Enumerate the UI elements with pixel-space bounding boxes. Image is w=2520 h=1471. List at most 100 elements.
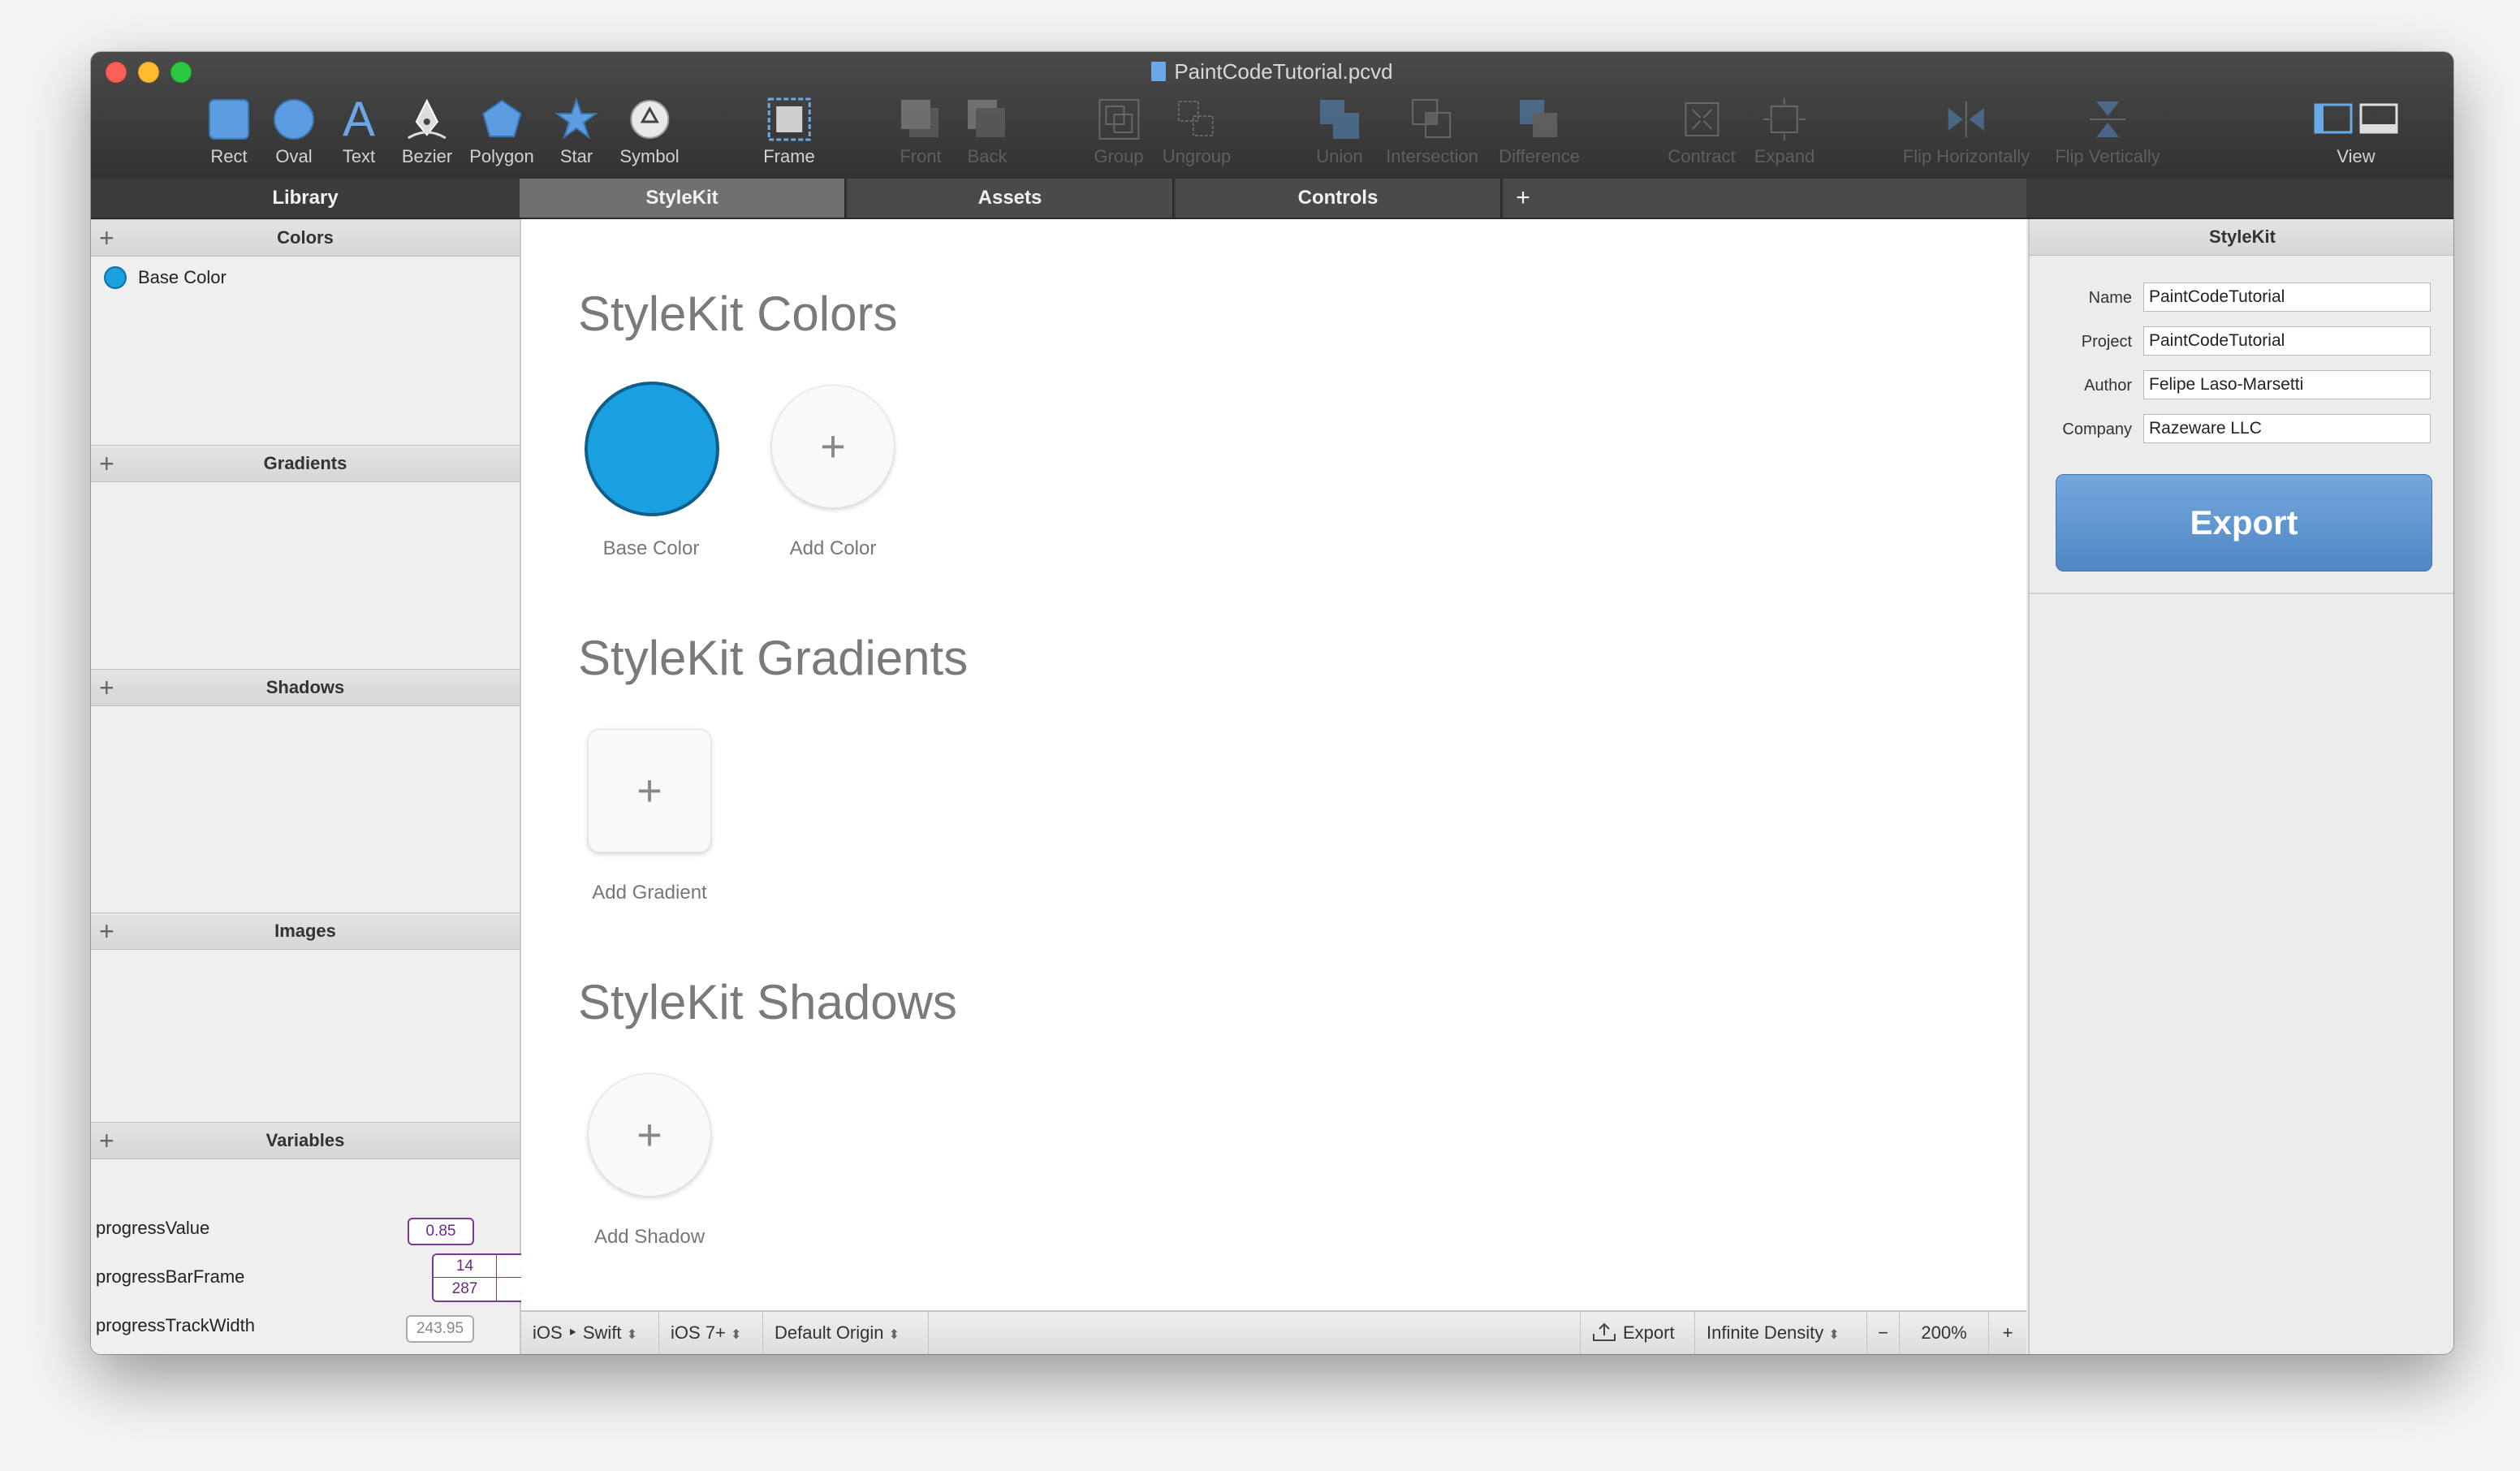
ungroup-tool[interactable]: Ungroup — [1163, 94, 1231, 175]
ungroup-tool-label: Ungroup — [1162, 146, 1232, 166]
add-gradient-button[interactable]: + — [588, 729, 711, 852]
frame-x-value[interactable]: 14 — [434, 1255, 497, 1278]
density-value: Infinite Density — [1707, 1322, 1824, 1343]
add-gradient-plus-button[interactable]: + — [99, 446, 114, 481]
bottom-status-bar: iOS ‣ Swift ⬍ iOS 7+ ⬍ Default Origin ⬍ … — [521, 1310, 2026, 1354]
variable-progress-track-width-label: progressTrackWidth — [96, 1315, 256, 1335]
frame-width-value[interactable]: 287 — [434, 1278, 497, 1301]
stylekit-canvas: StyleKit Colors Base Color + Add Color S… — [521, 219, 2026, 1310]
window-title: PaintCodeTutorial.pcvd — [91, 57, 2453, 86]
stylekit-gradients-title: StyleKit Gradients — [578, 631, 969, 685]
flip-vertical-tool[interactable]: Flip Vertically — [2055, 94, 2160, 175]
expand-tool[interactable]: Expand — [1754, 94, 1815, 175]
color-list-item[interactable]: Base Color — [104, 265, 227, 291]
document-icon — [1151, 62, 1167, 81]
intersection-tool[interactable]: Intersection — [1386, 94, 1478, 175]
tab-controls[interactable]: Controls — [1176, 179, 1502, 218]
expand-tool-label: Expand — [1754, 146, 1815, 166]
ungroup-icon — [1172, 94, 1221, 145]
tab-stylekit[interactable]: StyleKit — [520, 179, 846, 218]
difference-tool-label: Difference — [1499, 146, 1580, 166]
origin-value: Default Origin — [775, 1322, 884, 1343]
company-label: Company — [2062, 421, 2132, 438]
polygon-tool[interactable]: Polygon — [469, 94, 534, 175]
add-gradient-caption: Add Gradient — [592, 882, 707, 904]
star-icon — [552, 94, 601, 145]
plus-icon: + — [636, 766, 662, 815]
tab-bar: Library StyleKit Assets Controls + — [91, 179, 2453, 219]
add-shadow-button[interactable]: + — [588, 1073, 711, 1197]
bring-front-icon — [896, 94, 945, 145]
back-tool[interactable]: Back — [963, 94, 1012, 175]
company-field[interactable]: Razeware LLC — [2143, 414, 2431, 443]
text-icon-glyph: A — [342, 92, 376, 146]
difference-tool[interactable]: Difference — [1499, 94, 1580, 175]
origin-popup[interactable]: Default Origin ⬍ — [763, 1312, 929, 1354]
rect-tool[interactable]: Rect — [205, 94, 253, 175]
star-tool-label: Star — [559, 146, 593, 166]
group-icon — [1094, 94, 1143, 145]
text-tool[interactable]: A Text — [334, 94, 383, 175]
add-color-button[interactable]: + — [771, 385, 895, 508]
gradients-section-title: Gradients — [263, 453, 347, 473]
flip-vertical-icon — [2083, 94, 2132, 145]
polygon-tool-label: Polygon — [469, 146, 534, 166]
intersection-tool-label: Intersection — [1386, 146, 1478, 166]
zoom-level-field[interactable]: 200% — [1900, 1312, 1989, 1354]
zoom-in-button[interactable]: + — [1989, 1312, 2026, 1354]
union-icon — [1315, 94, 1364, 145]
base-color-swatch-large[interactable] — [585, 382, 719, 516]
union-tool[interactable]: Union — [1315, 94, 1364, 175]
density-popup[interactable]: Infinite Density ⬍ — [1695, 1312, 1867, 1354]
base-color-caption: Base Color — [602, 537, 700, 559]
view-tool-label: View — [2337, 146, 2375, 166]
star-tool[interactable]: Star — [552, 94, 601, 175]
bezier-pen-icon — [403, 94, 451, 145]
add-variable-plus-button[interactable]: + — [99, 1123, 114, 1158]
flip-horizontal-tool[interactable]: Flip Horizontally — [1903, 94, 2030, 175]
group-tool[interactable]: Group — [1094, 94, 1144, 175]
shadows-section-header: + Shadows — [91, 669, 520, 706]
intersection-icon — [1408, 94, 1456, 145]
color-item-label: Base Color — [138, 267, 227, 287]
flip-horizontal-icon — [1942, 94, 1991, 145]
contract-tool[interactable]: Contract — [1668, 94, 1736, 175]
difference-icon — [1515, 94, 1564, 145]
oval-tool[interactable]: Oval — [270, 94, 318, 175]
symbol-tool[interactable]: Symbol — [619, 94, 680, 175]
project-field[interactable]: PaintCodeTutorial — [2143, 326, 2431, 356]
author-field[interactable]: Felipe Laso-Marsetti — [2143, 370, 2431, 399]
images-section-header: + Images — [91, 912, 520, 950]
add-shadow-plus-button[interactable]: + — [99, 670, 114, 705]
up-down-arrows-icon: ⬍ — [731, 1328, 742, 1342]
variable-progress-value-field[interactable]: 0.85 — [408, 1218, 474, 1245]
app-window: PaintCodeTutorial.pcvd Rect Oval A Text … — [91, 52, 2453, 1354]
zoom-out-button[interactable]: − — [1867, 1312, 1900, 1354]
group-tool-label: Group — [1094, 146, 1144, 166]
variable-progress-value-label: progressValue — [96, 1218, 210, 1238]
add-tab-button[interactable]: + — [1504, 179, 1543, 218]
tab-assets[interactable]: Assets — [848, 179, 1174, 218]
up-down-arrows-icon: ⬍ — [626, 1328, 638, 1342]
colors-section-title: Colors — [277, 227, 334, 248]
add-color-plus-button[interactable]: + — [99, 220, 114, 256]
frame-tool-label: Frame — [763, 146, 815, 166]
stylekit-export-button[interactable]: Export — [2056, 474, 2432, 572]
symbol-tool-label: Symbol — [619, 146, 680, 166]
gradients-section-header: + Gradients — [91, 445, 520, 482]
oval-icon — [270, 94, 318, 145]
bezier-tool[interactable]: Bezier — [402, 94, 452, 175]
platform-language-popup[interactable]: iOS ‣ Swift ⬍ — [521, 1312, 659, 1354]
view-tool[interactable]: View — [2311, 94, 2401, 175]
inspector-title: StyleKit — [2030, 219, 2453, 256]
bottom-export-button[interactable]: Export — [1580, 1312, 1695, 1354]
frame-tool[interactable]: Frame — [763, 94, 815, 175]
union-tool-label: Union — [1316, 146, 1363, 166]
name-field[interactable]: PaintCodeTutorial — [2143, 283, 2431, 312]
variables-section-title: Variables — [265, 1130, 345, 1150]
plus-icon: + — [820, 422, 846, 471]
ios-version-popup[interactable]: iOS 7+ ⬍ — [659, 1312, 763, 1354]
flip-vertical-tool-label: Flip Vertically — [2055, 146, 2160, 166]
front-tool[interactable]: Front — [896, 94, 945, 175]
add-image-plus-button[interactable]: + — [99, 913, 114, 949]
